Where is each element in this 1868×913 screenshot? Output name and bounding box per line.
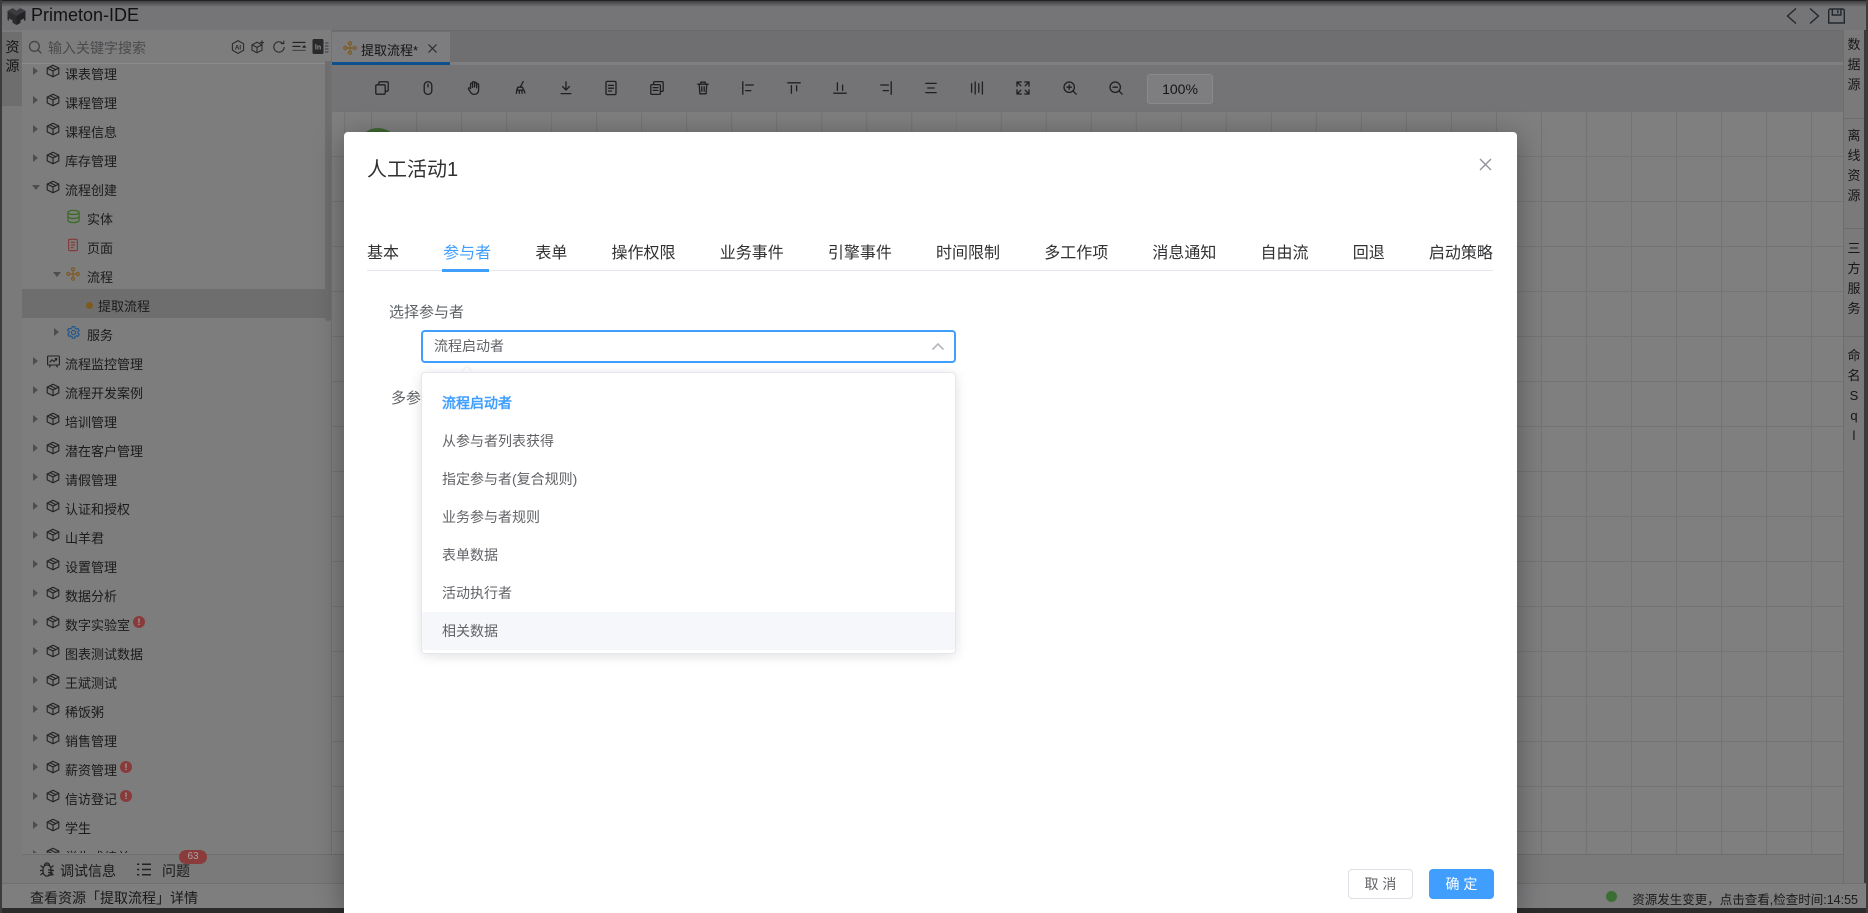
svg-text:AI: AI	[235, 45, 241, 52]
svg-text:ln: ln	[315, 45, 321, 52]
